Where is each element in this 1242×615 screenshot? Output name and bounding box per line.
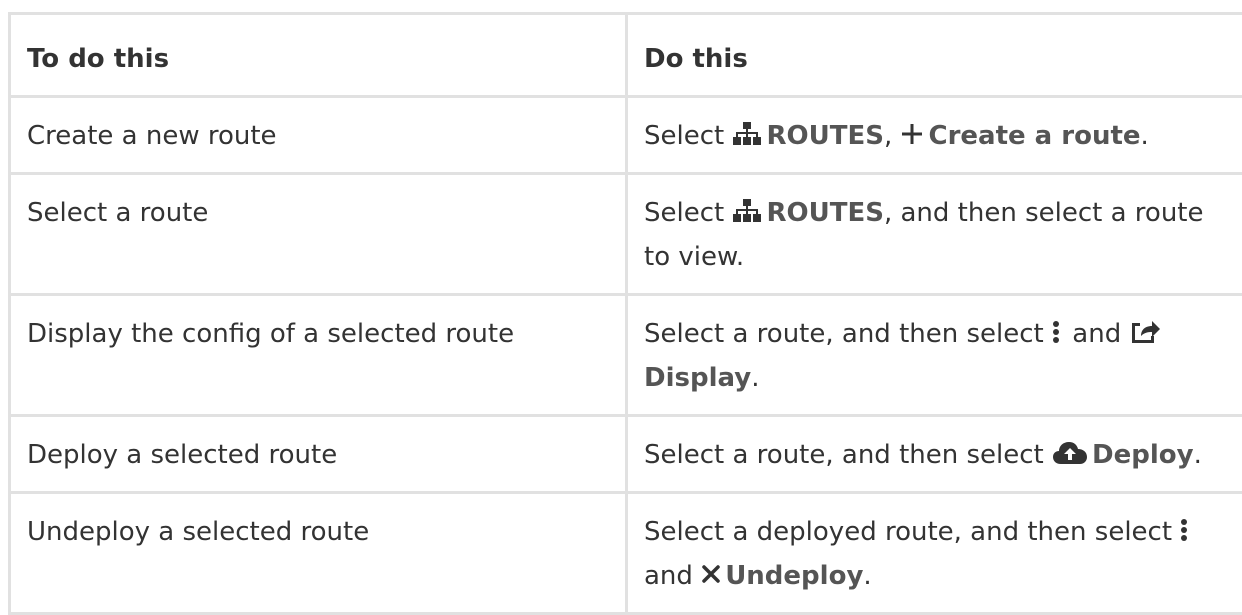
period-text: . bbox=[751, 363, 759, 393]
routes-ui-label: ROUTES bbox=[766, 121, 883, 151]
instruction-cell: Select ROUTES, and then select a route t… bbox=[627, 174, 1242, 295]
separator-text: , bbox=[884, 121, 892, 151]
deploy-ui-label: Deploy bbox=[1092, 440, 1194, 470]
header-to-do-this: To do this bbox=[10, 14, 627, 97]
and-text: and bbox=[1072, 319, 1121, 349]
routes-actions-table: To do this Do this Create a new route Se… bbox=[8, 12, 1242, 615]
task-cell: Create a new route bbox=[10, 97, 627, 174]
instruction-cell: Select ROUTES, Create a route. bbox=[627, 97, 1242, 174]
routes-ui-label: ROUTES bbox=[766, 198, 883, 228]
close-icon bbox=[701, 564, 721, 584]
display-ui-label: Display bbox=[644, 363, 751, 393]
vertical-ellipsis-icon bbox=[1052, 320, 1060, 344]
sitemap-icon bbox=[732, 199, 762, 223]
period-text: . bbox=[1141, 121, 1149, 151]
instruction-text: Select a deployed route, and then select bbox=[644, 517, 1172, 547]
plus-icon bbox=[900, 122, 924, 146]
instruction-text: Select a route, and then select bbox=[644, 319, 1044, 349]
and-text: and bbox=[644, 561, 693, 591]
task-cell: Undeploy a selected route bbox=[10, 493, 627, 614]
table-row: Display the config of a selected route S… bbox=[10, 295, 1242, 416]
undeploy-ui-label: Undeploy bbox=[725, 561, 863, 591]
table-row: Create a new route Select ROUTES, Create… bbox=[10, 97, 1242, 174]
task-cell: Select a route bbox=[10, 174, 627, 295]
vertical-ellipsis-icon bbox=[1180, 518, 1188, 542]
header-do-this: Do this bbox=[627, 14, 1242, 97]
task-cell: Display the config of a selected route bbox=[10, 295, 627, 416]
sitemap-icon bbox=[732, 122, 762, 146]
instruction-rest-text: , and then select a route to view. bbox=[644, 198, 1203, 272]
instruction-cell: Select a route, and then select Deploy. bbox=[627, 416, 1242, 493]
period-text: . bbox=[1194, 440, 1202, 470]
period-text: . bbox=[863, 561, 871, 591]
instruction-text: Select bbox=[644, 121, 724, 151]
create-route-ui-label: Create a route bbox=[928, 121, 1140, 151]
task-cell: Deploy a selected route bbox=[10, 416, 627, 493]
table-row: Deploy a selected route Select a route, … bbox=[10, 416, 1242, 493]
share-icon bbox=[1129, 319, 1161, 345]
table-row: Select a route Select ROUTES, and then s… bbox=[10, 174, 1242, 295]
table-header-row: To do this Do this bbox=[10, 14, 1242, 97]
cloud-upload-icon bbox=[1052, 440, 1088, 466]
instruction-cell: Select a route, and then select and Disp… bbox=[627, 295, 1242, 416]
instruction-text: Select bbox=[644, 198, 724, 228]
instruction-cell: Select a deployed route, and then select… bbox=[627, 493, 1242, 614]
instruction-text: Select a route, and then select bbox=[644, 440, 1044, 470]
table-row: Undeploy a selected route Select a deplo… bbox=[10, 493, 1242, 614]
